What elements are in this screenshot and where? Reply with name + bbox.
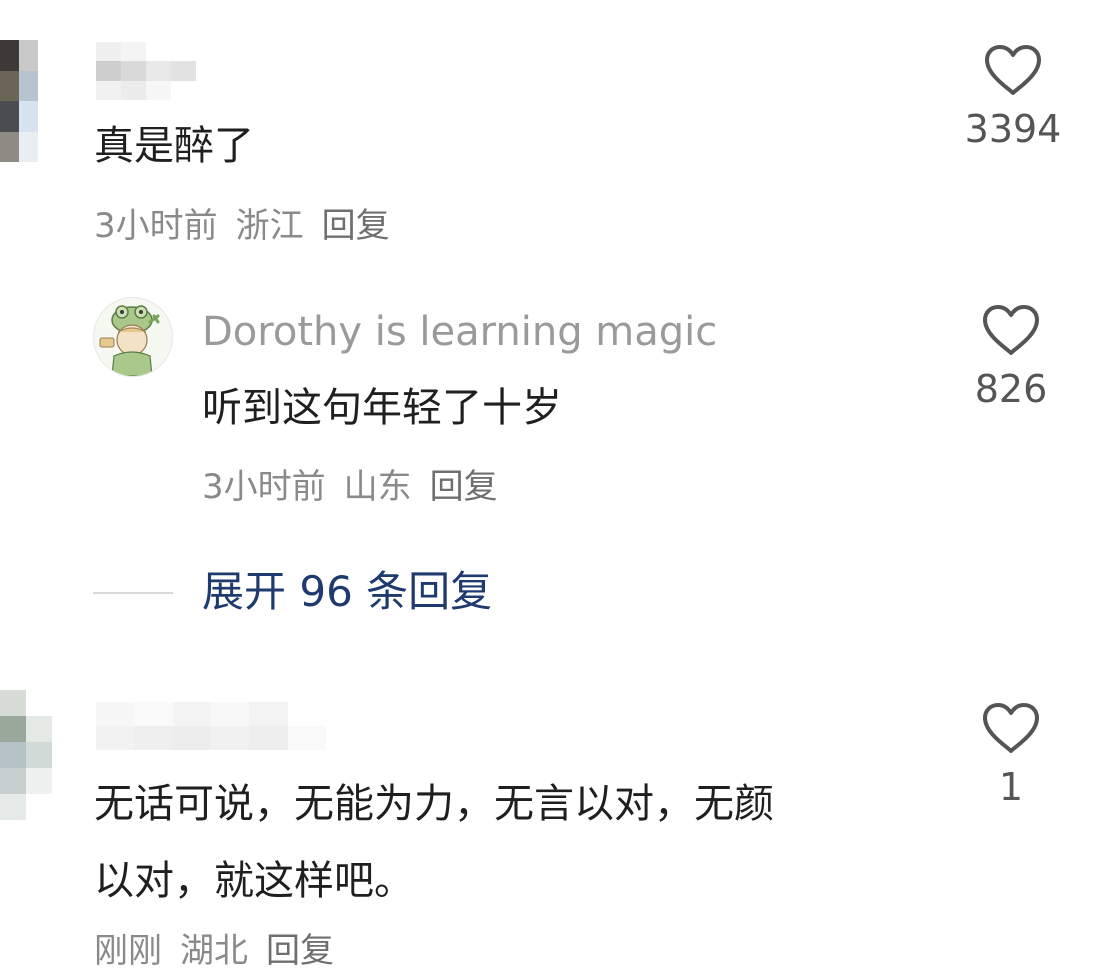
like-count: 3394 bbox=[964, 107, 1062, 151]
heart-outline-icon bbox=[985, 45, 1041, 95]
comment-meta: 刚刚 湖北 回复 bbox=[94, 934, 352, 968]
like-button[interactable]: 826 bbox=[956, 304, 1066, 408]
comment-text-line1: 无话可说，无能为力，无言以对，无颜 bbox=[94, 781, 774, 827]
avatar[interactable] bbox=[0, 40, 38, 162]
reply-button[interactable]: 回复 bbox=[430, 467, 498, 507]
frog-hat-avatar-icon bbox=[99, 305, 160, 376]
heart-outline-icon bbox=[983, 305, 1039, 355]
reply-location: 山东 bbox=[343, 467, 412, 507]
reply-button[interactable]: 回复 bbox=[322, 206, 390, 246]
username-blurred[interactable] bbox=[96, 702, 326, 750]
comment-location: 湖北 bbox=[180, 931, 248, 971]
comment-location: 浙江 bbox=[235, 206, 304, 246]
comment-text-line2: 以对，就这样吧。 bbox=[94, 858, 414, 904]
like-count: 1 bbox=[998, 765, 1024, 809]
reply-username[interactable]: Dorothy is learning magic bbox=[202, 312, 717, 352]
reply-meta: 3小时前 山东 回复 bbox=[202, 470, 516, 504]
comment-text: 真是醉了 bbox=[94, 123, 254, 169]
reply-text: 听到这句年轻了十岁 bbox=[202, 385, 562, 431]
like-button[interactable]: 3394 bbox=[958, 44, 1068, 148]
heart-outline-icon bbox=[983, 703, 1039, 753]
like-count: 826 bbox=[974, 367, 1048, 411]
comment-time: 3小时前 bbox=[94, 206, 218, 246]
reply-button[interactable]: 回复 bbox=[266, 931, 334, 971]
reply-time: 3小时前 bbox=[202, 467, 326, 507]
expand-replies-link[interactable]: 展开 96 条回复 bbox=[202, 571, 492, 613]
expand-divider bbox=[93, 592, 173, 594]
avatar[interactable] bbox=[0, 690, 52, 820]
comment-time: 刚刚 bbox=[94, 931, 162, 971]
username-blurred[interactable] bbox=[96, 42, 196, 100]
comment-meta: 3小时前 浙江 回复 bbox=[94, 209, 408, 243]
like-button[interactable]: 1 bbox=[956, 702, 1066, 806]
avatar[interactable] bbox=[93, 297, 173, 377]
